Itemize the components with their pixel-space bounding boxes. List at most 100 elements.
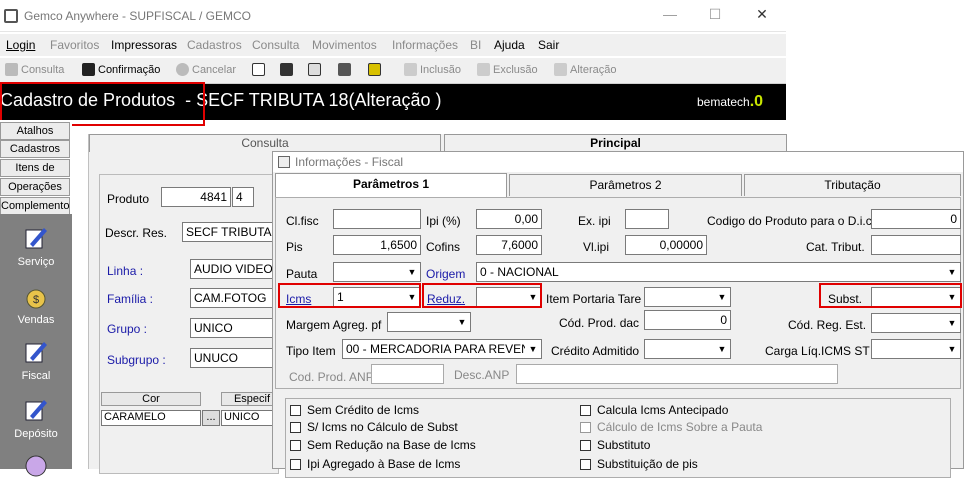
preview-button[interactable] xyxy=(368,63,381,76)
deposito-icon xyxy=(25,400,47,421)
checkbox-sem-reducao[interactable]: Sem Redução na Base de Icms xyxy=(290,438,476,452)
menu-impressoras[interactable]: Impressoras xyxy=(111,38,177,52)
inclusao-button[interactable]: Inclusão xyxy=(404,63,461,76)
nav-operacoes[interactable]: Operações xyxy=(0,178,70,196)
cattribut-label: Cat. Tribut. xyxy=(806,240,865,254)
menu-cadastros[interactable]: Cadastros xyxy=(187,38,242,52)
descanp-input[interactable] xyxy=(516,364,838,384)
alteracao-button[interactable]: Alteração xyxy=(554,63,616,76)
menu-informacoes[interactable]: Informações xyxy=(392,38,458,52)
menu-bar: Login Favoritos Impressoras Cadastros Co… xyxy=(0,34,786,56)
sidebar-item-next[interactable] xyxy=(0,452,72,484)
margem-select[interactable]: ▼ xyxy=(387,312,471,332)
nav-cadastros[interactable]: Cadastros xyxy=(0,140,70,158)
sidebar-item-servico[interactable]: Serviço xyxy=(0,224,72,268)
grupo-input[interactable]: UNICO xyxy=(190,318,282,338)
ipi-input[interactable]: 0,00 xyxy=(476,209,542,229)
cattribut-input[interactable] xyxy=(871,235,961,255)
checkbox-calcula-icms-antecipado[interactable]: Calcula Icms Antecipado xyxy=(580,403,728,417)
vlipi-label: Vl.ipi xyxy=(583,240,610,254)
grid-header-cor[interactable]: Cor xyxy=(101,392,201,406)
menu-sair[interactable]: Sair xyxy=(538,38,559,52)
checkbox-calculo-icms-pauta[interactable]: Cálculo de Icms Sobre a Pauta xyxy=(580,420,762,434)
codanp-input[interactable] xyxy=(371,364,444,384)
produto-digit-input[interactable]: 4 xyxy=(232,187,254,207)
carga-select[interactable]: ▼ xyxy=(871,339,961,359)
subgrupo-input[interactable]: UNUCO xyxy=(190,348,282,368)
tab-consulta[interactable]: Consulta xyxy=(89,134,441,152)
new-document-button[interactable] xyxy=(252,63,265,76)
bematech-logo: bematech.0 xyxy=(697,93,764,110)
highlight-reduz xyxy=(422,283,542,308)
familia-input[interactable]: CAM.FOTOG xyxy=(190,288,282,308)
codigo-dic-input[interactable]: 0 xyxy=(871,209,961,229)
cofins-input[interactable]: 7,6000 xyxy=(476,235,542,255)
chevron-down-icon: ▼ xyxy=(714,288,730,306)
nav-atalhos[interactable]: Atalhos xyxy=(0,122,70,140)
chevron-down-icon: ▼ xyxy=(944,263,960,281)
credito-select[interactable]: ▼ xyxy=(644,339,731,359)
produto-input[interactable]: 4841 xyxy=(161,187,231,207)
save-icon xyxy=(82,63,95,76)
menu-bi[interactable]: BI xyxy=(470,38,481,52)
grid-cell-cor[interactable]: CARAMELO xyxy=(101,410,201,426)
maximize-button[interactable]: ☐ xyxy=(705,6,725,23)
binoculars-button[interactable] xyxy=(280,63,293,76)
checkbox-sem-credito[interactable]: Sem Crédito de Icms xyxy=(290,403,419,417)
descr-input[interactable]: SECF TRIBUTA 1 xyxy=(182,222,282,242)
codprod-dac-label: Cód. Prod. dac xyxy=(559,316,640,330)
grid-ellipsis-button[interactable]: ... xyxy=(202,410,220,426)
close-button[interactable]: ✕ xyxy=(752,6,772,23)
credito-label: Crédito Admitido xyxy=(551,344,640,358)
linha-input[interactable]: AUDIO VIDEO xyxy=(190,259,282,279)
menu-consulta[interactable]: Consulta xyxy=(252,38,299,52)
descr-label: Descr. Res. xyxy=(105,226,168,240)
nav-itens-de-produto[interactable]: Itens de Produto xyxy=(0,159,70,190)
window-titlebar: Gemco Anywhere - SUPFISCAL / GEMCO — ☐ ✕ xyxy=(0,0,786,32)
cofins-label: Cofins xyxy=(426,240,461,254)
tipoitem-label: Tipo Item xyxy=(286,344,336,358)
subgrupo-label: Subgrupo : xyxy=(107,353,166,367)
pis-label: Pis xyxy=(286,240,303,254)
edit-icon xyxy=(554,63,567,76)
dialog-titlebar: Informações - Fiscal xyxy=(273,152,963,172)
sidebar-item-fiscal[interactable]: Fiscal xyxy=(0,338,72,382)
pauta-select[interactable]: ▼ xyxy=(333,262,421,282)
tab-parametros-2[interactable]: Parâmetros 2 xyxy=(509,174,742,196)
chevron-down-icon: ▼ xyxy=(404,263,420,281)
add-icon xyxy=(404,63,417,76)
consulta-button[interactable]: Consulta xyxy=(5,63,64,76)
codreg-select[interactable]: ▼ xyxy=(871,313,961,333)
fiscal-dialog: Informações - Fiscal Parâmetros 1 Parâme… xyxy=(272,151,964,478)
portaria-select[interactable]: ▼ xyxy=(644,287,731,307)
checkbox-substituto[interactable]: Substituto xyxy=(580,438,650,452)
vlipi-input[interactable]: 0,00000 xyxy=(625,235,707,255)
tipoitem-select[interactable]: 00 - MERCADORIA PARA REVENDA ▼ xyxy=(342,339,542,359)
print-button[interactable] xyxy=(338,63,351,76)
exclusao-button[interactable]: Exclusão xyxy=(477,63,538,76)
tab-parametros-1[interactable]: Parâmetros 1 xyxy=(275,173,507,197)
tab-tributacao[interactable]: Tributação xyxy=(744,174,961,196)
menu-favoritos[interactable]: Favoritos xyxy=(50,38,99,52)
export-icon xyxy=(308,63,321,76)
exipi-input[interactable] xyxy=(625,209,669,229)
sidebar-item-vendas[interactable]: $ Vendas xyxy=(0,282,72,326)
menu-ajuda[interactable]: Ajuda xyxy=(494,38,525,52)
menu-movimentos[interactable]: Movimentos xyxy=(312,38,377,52)
confirmacao-button[interactable]: Confirmação xyxy=(82,63,160,76)
sidebar-item-deposito[interactable]: Depósito xyxy=(0,396,72,440)
cancelar-button[interactable]: Cancelar xyxy=(176,63,236,76)
checkbox-s-icms-subst[interactable]: S/ Icms no Cálculo de Subst xyxy=(290,420,458,434)
origem-select[interactable]: 0 - NACIONAL ▼ xyxy=(476,262,961,282)
menu-login[interactable]: Login xyxy=(6,38,35,52)
nav-complemento[interactable]: Complemento xyxy=(0,197,70,215)
document-icon xyxy=(252,63,265,76)
codprod-dac-input[interactable]: 0 xyxy=(644,310,731,330)
preview-icon xyxy=(368,63,381,76)
chevron-down-icon: ▼ xyxy=(714,340,730,358)
pis-input[interactable]: 1,6500 xyxy=(333,235,421,255)
tab-principal[interactable]: Principal xyxy=(444,134,787,152)
minimize-button[interactable]: — xyxy=(660,6,680,22)
clfisc-input[interactable] xyxy=(333,209,421,229)
export-button[interactable] xyxy=(308,63,321,76)
